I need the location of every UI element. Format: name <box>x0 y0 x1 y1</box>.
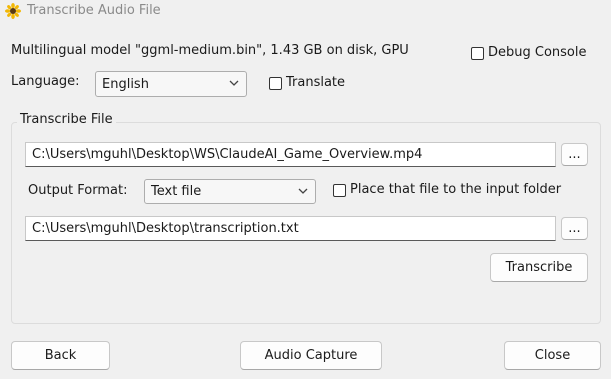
output-file-path-input[interactable] <box>26 217 555 240</box>
output-format-label: Output Format: <box>28 183 128 198</box>
place-in-input-folder-checkbox[interactable] <box>333 184 346 197</box>
output-format-dropdown[interactable]: Text file <box>144 179 316 204</box>
browse-input-button[interactable]: ... <box>561 143 588 166</box>
close-button[interactable]: Close <box>504 341 601 370</box>
translate-label: Translate <box>286 75 346 90</box>
translate-checkbox[interactable] <box>269 77 282 90</box>
browse-output-button[interactable]: ... <box>561 217 588 240</box>
model-info-text: Multilingual model "ggml-medium.bin", 1.… <box>11 43 409 58</box>
transcribe-file-group-title: Transcribe File <box>17 112 116 127</box>
transcribe-button[interactable]: Transcribe <box>490 253 588 282</box>
output-file-path-field[interactable] <box>25 216 556 241</box>
input-file-path-input[interactable] <box>26 143 555 166</box>
debug-console-label: Debug Console <box>488 45 587 60</box>
language-dropdown[interactable]: English <box>95 71 247 97</box>
chevron-down-icon <box>298 188 308 194</box>
language-value: English <box>102 77 149 92</box>
audio-capture-button[interactable]: Audio Capture <box>240 341 382 370</box>
output-format-value: Text file <box>151 184 202 199</box>
input-file-path-field[interactable] <box>25 142 556 167</box>
sunflower-icon <box>5 3 21 19</box>
window-title: Transcribe Audio File <box>27 3 161 18</box>
title-bar: Transcribe Audio File <box>0 0 611 24</box>
chevron-down-icon <box>229 80 239 86</box>
language-label: Language: <box>11 74 80 89</box>
debug-console-checkbox[interactable] <box>471 47 484 60</box>
place-in-input-folder-label: Place that file to the input folder <box>350 182 562 197</box>
back-button[interactable]: Back <box>11 341 110 370</box>
